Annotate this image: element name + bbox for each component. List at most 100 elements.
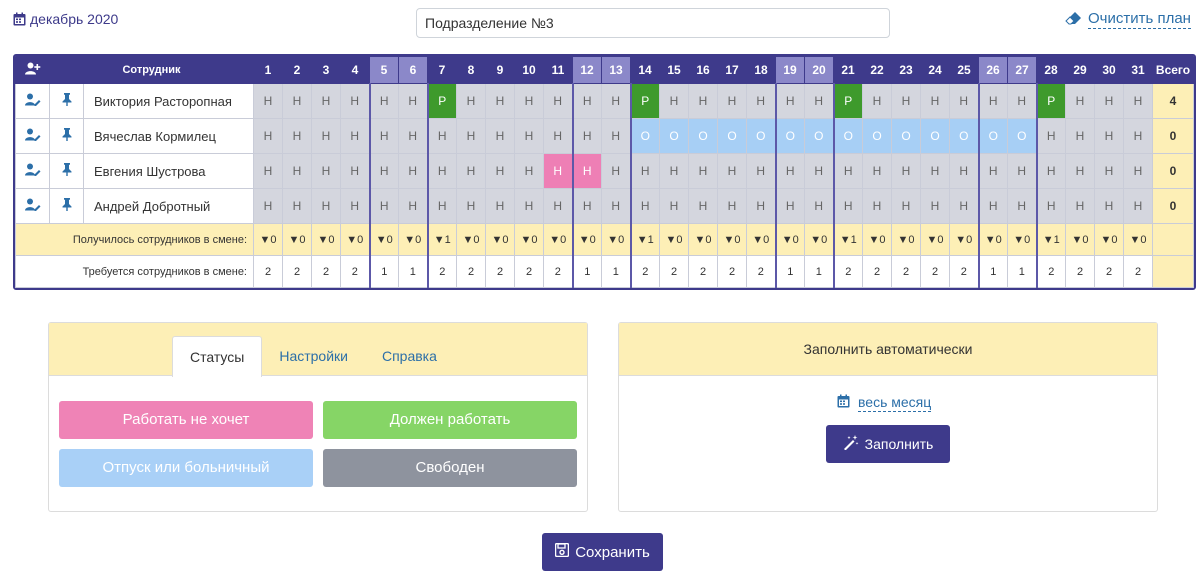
schedule-cell[interactable]: Н bbox=[774, 83, 805, 119]
schedule-cell[interactable]: Н bbox=[688, 83, 718, 119]
schedule-cell[interactable]: Н bbox=[1123, 118, 1153, 154]
schedule-cell[interactable]: Н bbox=[717, 153, 747, 189]
schedule-cell[interactable]: Н bbox=[977, 83, 1008, 119]
schedule-cell[interactable]: Н bbox=[543, 118, 573, 154]
schedule-cell[interactable]: Н bbox=[977, 188, 1008, 224]
schedule-cell[interactable]: Н bbox=[485, 188, 515, 224]
schedule-cell[interactable]: Н bbox=[456, 83, 486, 119]
schedule-cell[interactable]: О bbox=[688, 118, 718, 154]
schedule-cell[interactable]: Н bbox=[543, 153, 573, 189]
vacation-button[interactable]: Отпуск или больничный bbox=[59, 449, 313, 487]
schedule-cell[interactable]: О bbox=[629, 118, 660, 154]
schedule-cell[interactable]: О bbox=[949, 118, 979, 154]
schedule-cell[interactable]: Н bbox=[426, 153, 457, 189]
schedule-cell[interactable]: Н bbox=[543, 188, 573, 224]
schedule-cell[interactable]: Н bbox=[340, 83, 370, 119]
schedule-cell[interactable]: Н bbox=[398, 83, 428, 119]
schedule-cell[interactable]: Н bbox=[456, 118, 486, 154]
schedule-cell[interactable]: Н bbox=[862, 153, 892, 189]
schedule-cell[interactable]: Н bbox=[514, 83, 544, 119]
schedule-cell[interactable]: Н bbox=[514, 188, 544, 224]
schedule-cell[interactable]: Н bbox=[746, 188, 776, 224]
schedule-cell[interactable]: О bbox=[977, 118, 1008, 154]
schedule-cell[interactable]: Н bbox=[977, 153, 1008, 189]
schedule-cell[interactable]: Н bbox=[1123, 83, 1153, 119]
schedule-cell[interactable]: Н bbox=[1094, 83, 1124, 119]
schedule-cell[interactable]: Н bbox=[1094, 153, 1124, 189]
schedule-cell[interactable]: Н bbox=[891, 153, 921, 189]
schedule-cell[interactable]: Н bbox=[485, 118, 515, 154]
schedule-cell[interactable]: Н bbox=[1094, 188, 1124, 224]
schedule-cell[interactable]: О bbox=[1007, 118, 1037, 154]
schedule-cell[interactable]: Н bbox=[659, 188, 689, 224]
schedule-cell[interactable]: Н bbox=[949, 188, 979, 224]
schedule-cell[interactable]: Н bbox=[253, 118, 283, 154]
schedule-cell[interactable]: Н bbox=[282, 188, 312, 224]
schedule-cell[interactable]: Р bbox=[629, 83, 660, 119]
schedule-cell[interactable]: О bbox=[832, 118, 863, 154]
schedule-cell[interactable]: Н bbox=[398, 118, 428, 154]
schedule-cell[interactable]: Н bbox=[282, 153, 312, 189]
edit-user-icon[interactable] bbox=[24, 93, 41, 109]
edit-user-button[interactable] bbox=[15, 118, 50, 154]
schedule-cell[interactable]: Н bbox=[1065, 83, 1095, 119]
pin-button[interactable] bbox=[49, 153, 84, 189]
schedule-cell[interactable]: Н bbox=[891, 83, 921, 119]
pin-icon[interactable] bbox=[62, 93, 72, 109]
schedule-cell[interactable]: Н bbox=[920, 83, 950, 119]
tab-settings[interactable]: Настройки bbox=[262, 336, 365, 377]
schedule-cell[interactable]: Н bbox=[311, 83, 341, 119]
schedule-cell[interactable]: Н bbox=[543, 83, 573, 119]
schedule-cell[interactable]: Н bbox=[368, 83, 399, 119]
schedule-cell[interactable]: Н bbox=[774, 153, 805, 189]
edit-user-button[interactable] bbox=[15, 153, 50, 189]
schedule-cell[interactable]: Р bbox=[832, 83, 863, 119]
edit-user-icon[interactable] bbox=[24, 163, 41, 179]
schedule-cell[interactable]: Н bbox=[629, 188, 660, 224]
schedule-cell[interactable]: Н bbox=[514, 153, 544, 189]
schedule-cell[interactable]: Н bbox=[368, 188, 399, 224]
schedule-cell[interactable]: Н bbox=[253, 153, 283, 189]
schedule-cell[interactable]: Н bbox=[282, 83, 312, 119]
schedule-cell[interactable]: Н bbox=[311, 118, 341, 154]
schedule-cell[interactable]: Н bbox=[746, 153, 776, 189]
schedule-cell[interactable]: Н bbox=[282, 118, 312, 154]
schedule-cell[interactable]: Н bbox=[485, 83, 515, 119]
edit-user-icon[interactable] bbox=[24, 128, 41, 144]
schedule-cell[interactable]: О bbox=[774, 118, 805, 154]
schedule-cell[interactable]: Н bbox=[862, 188, 892, 224]
schedule-cell[interactable]: Н bbox=[1007, 153, 1037, 189]
schedule-cell[interactable]: Н bbox=[949, 153, 979, 189]
schedule-cell[interactable]: Н bbox=[340, 188, 370, 224]
schedule-cell[interactable]: Н bbox=[456, 153, 486, 189]
schedule-cell[interactable]: О bbox=[804, 118, 834, 154]
schedule-cell[interactable]: Н bbox=[1035, 188, 1066, 224]
add-user-icon[interactable] bbox=[24, 62, 41, 78]
schedule-cell[interactable]: Н bbox=[253, 188, 283, 224]
schedule-cell[interactable]: Н bbox=[659, 153, 689, 189]
schedule-cell[interactable]: Р bbox=[1035, 83, 1066, 119]
free-button[interactable]: Свободен bbox=[323, 449, 577, 487]
schedule-cell[interactable]: Н bbox=[340, 118, 370, 154]
schedule-cell[interactable]: Н bbox=[571, 118, 602, 154]
schedule-cell[interactable]: Н bbox=[601, 188, 631, 224]
edit-user-button[interactable] bbox=[15, 83, 50, 119]
schedule-cell[interactable]: Н bbox=[746, 83, 776, 119]
schedule-cell[interactable]: Н bbox=[804, 188, 834, 224]
schedule-cell[interactable]: Н bbox=[832, 188, 863, 224]
schedule-cell[interactable]: О bbox=[891, 118, 921, 154]
schedule-cell[interactable]: Н bbox=[832, 153, 863, 189]
schedule-cell[interactable]: Н bbox=[1007, 83, 1037, 119]
schedule-cell[interactable]: Н bbox=[398, 188, 428, 224]
schedule-cell[interactable]: Н bbox=[1065, 153, 1095, 189]
schedule-cell[interactable]: Н bbox=[601, 118, 631, 154]
schedule-cell[interactable]: Р bbox=[426, 83, 457, 119]
schedule-cell[interactable]: Н bbox=[920, 188, 950, 224]
schedule-cell[interactable]: Н bbox=[485, 153, 515, 189]
edit-user-button[interactable] bbox=[15, 188, 50, 224]
schedule-cell[interactable]: Н bbox=[368, 118, 399, 154]
schedule-cell[interactable]: Н bbox=[1035, 118, 1066, 154]
must-work-button[interactable]: Должен работать bbox=[323, 401, 577, 439]
schedule-cell[interactable]: Н bbox=[629, 153, 660, 189]
schedule-cell[interactable]: Н bbox=[340, 153, 370, 189]
